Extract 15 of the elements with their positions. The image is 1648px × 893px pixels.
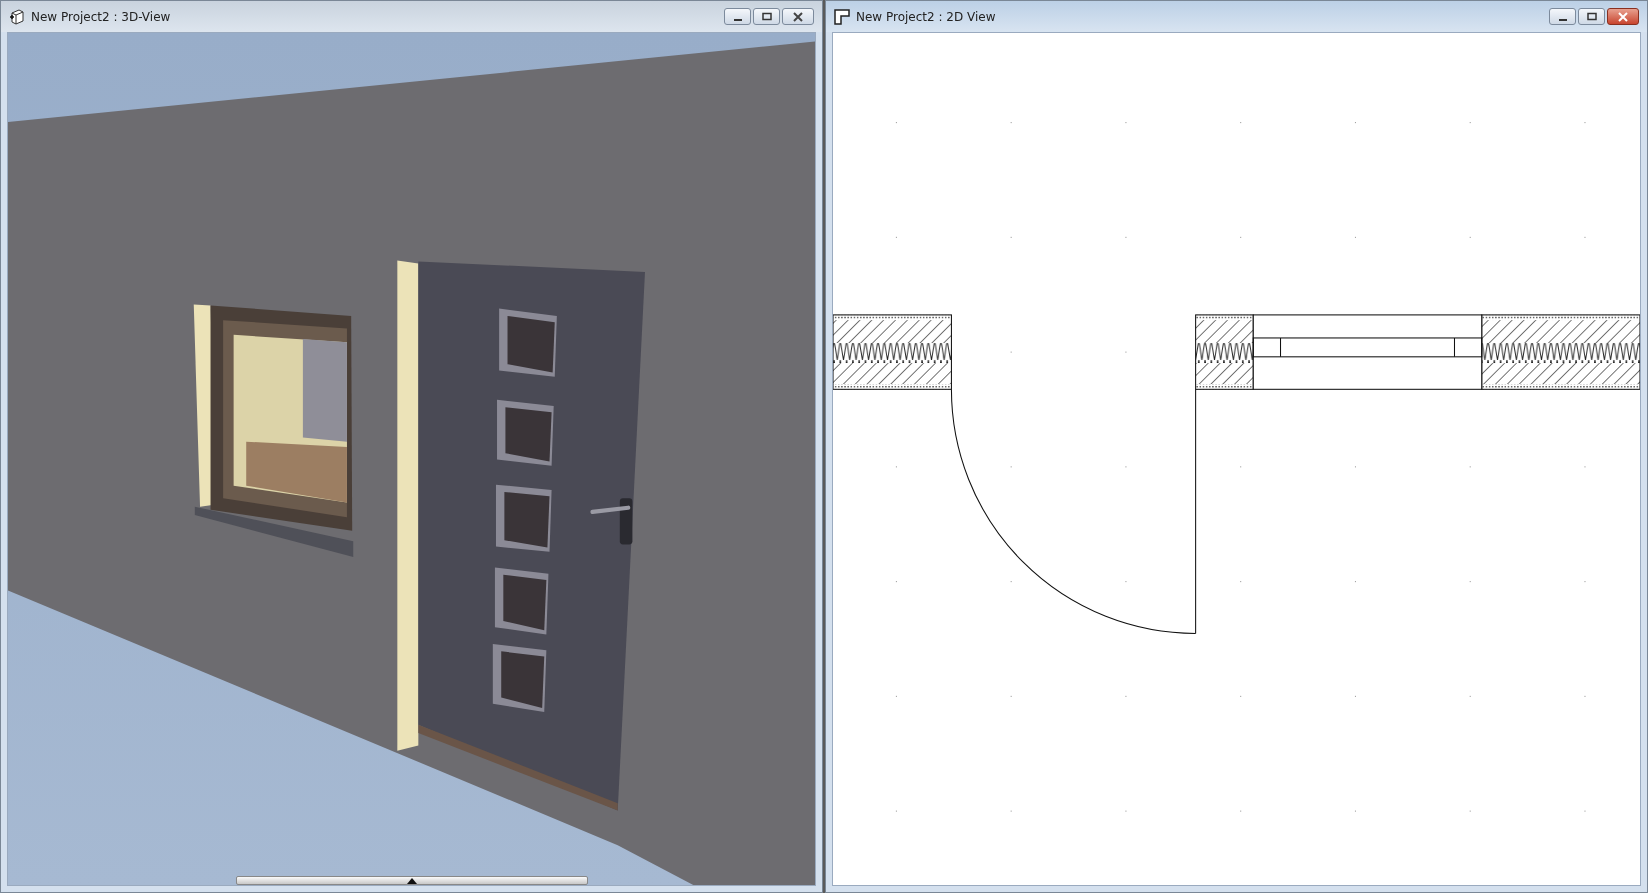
close-icon	[792, 11, 804, 22]
restore-icon	[760, 11, 773, 22]
scrollbar[interactable]	[236, 876, 588, 885]
window-title: New Project2 : 3D-View	[31, 9, 172, 24]
minimize-icon	[733, 19, 742, 21]
triangle-up-icon	[407, 877, 417, 884]
close-button[interactable]	[1607, 8, 1639, 25]
cube-icon	[9, 8, 25, 25]
restore-button[interactable]	[1578, 8, 1605, 25]
close-icon	[1617, 11, 1629, 22]
minimize-icon	[1558, 19, 1567, 21]
floor-plan-icon	[834, 8, 850, 25]
window-title: New Project2 : 2D View	[856, 9, 997, 24]
minimize-button[interactable]	[1549, 8, 1576, 25]
restore-icon	[1585, 11, 1598, 22]
